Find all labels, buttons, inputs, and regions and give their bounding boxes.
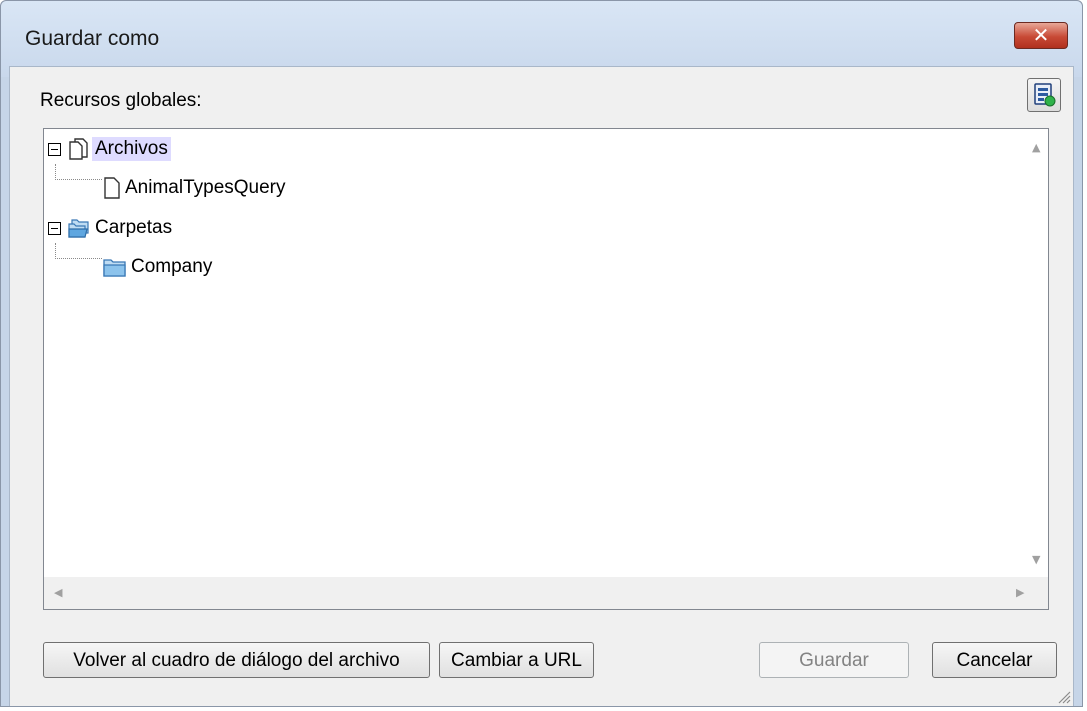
scroll-right-icon[interactable]: ▶ [1016,586,1024,599]
resources-tree[interactable]: Archivos AnimalTypesQuery Carpetas Compa… [43,128,1049,610]
tree-connector [55,164,102,180]
tree-node-company[interactable]: Company [102,252,215,282]
scroll-down-icon[interactable]: ▼ [1032,553,1040,566]
vertical-scrollbar[interactable]: ▲ ▼ [1026,129,1048,577]
cancel-button[interactable]: Cancelar [932,642,1057,678]
tree-node-label: Archivos [92,137,171,161]
tree-node-label: Carpetas [95,217,173,238]
collapse-toggle-icon[interactable] [48,221,61,235]
tree-node-animaltypesquery[interactable]: AnimalTypesQuery [102,173,289,203]
global-resources-config-button[interactable] [1027,78,1061,112]
resize-grip-icon[interactable] [1057,690,1071,704]
dialog-body: Recursos globales: Archivos AnimalTypesQ… [9,66,1074,706]
files-icon [69,138,88,160]
tree-node-label: Company [131,256,213,277]
file-icon [104,177,120,199]
collapse-toggle-icon[interactable] [48,142,61,156]
save-as-dialog: Guardar como ✕ Recursos globales: Archiv… [0,0,1083,707]
switch-to-url-button[interactable]: Cambiar a URL [439,642,594,678]
close-icon: ✕ [1032,23,1050,47]
close-button[interactable]: ✕ [1014,22,1068,49]
window-title: Guardar como [25,27,160,50]
tree-node-label: AnimalTypesQuery [125,177,286,198]
folder-icon [103,259,126,277]
tree-node-archivos[interactable]: Archivos [48,134,171,164]
horizontal-scrollbar[interactable]: ◀ ▶ [44,577,1048,609]
scroll-up-icon[interactable]: ▲ [1032,141,1040,154]
tree-connector [55,243,102,259]
global-resources-label: Recursos globales: [40,90,202,111]
folders-icon [68,219,89,238]
back-to-file-dialog-button[interactable]: Volver al cuadro de diálogo del archivo [43,642,430,678]
global-resources-config-icon [1034,83,1056,107]
scroll-left-icon[interactable]: ◀ [54,586,62,599]
tree-node-carpetas[interactable]: Carpetas [48,213,175,243]
save-button[interactable]: Guardar [759,642,909,678]
